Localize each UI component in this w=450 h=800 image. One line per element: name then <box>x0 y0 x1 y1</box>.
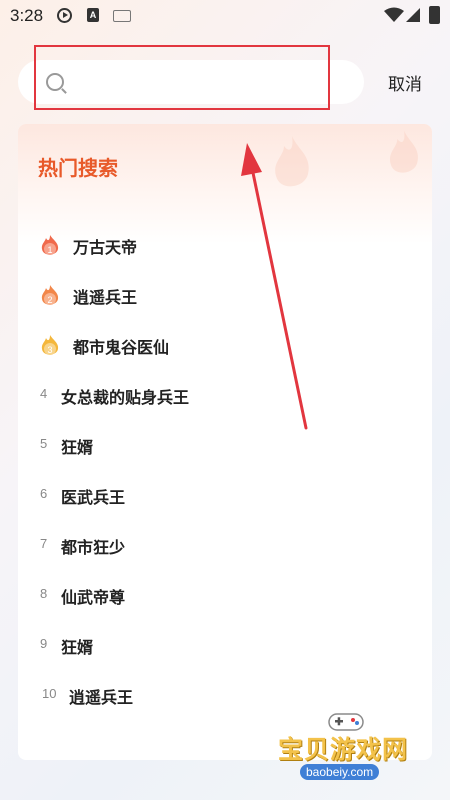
rank-number: 7 <box>40 536 48 551</box>
rank-number: 8 <box>40 586 48 601</box>
hot-search-item[interactable]: 1 万古天帝 <box>18 222 432 262</box>
hot-search-item[interactable]: 7 都市狂少 <box>18 522 432 562</box>
hot-search-item-label: 狂婿 <box>61 440 94 457</box>
hot-search-item-label: 仙武帝尊 <box>61 590 126 607</box>
hot-search-item-label: 医武兵王 <box>61 490 126 507</box>
a-icon: A <box>87 8 99 22</box>
status-time: 3:28 <box>10 6 44 25</box>
hot-search-item[interactable]: 3 都市鬼谷医仙 <box>18 322 432 362</box>
hot-search-item-label: 都市狂少 <box>61 540 126 557</box>
hot-search-item[interactable]: 2 逍遥兵王 <box>18 272 432 312</box>
hot-search-item[interactable]: 10 逍遥兵王 <box>18 672 432 712</box>
hot-search-item-label: 狂婿 <box>61 640 94 657</box>
wifi-icon <box>384 7 404 22</box>
hot-search-item-label: 逍遥兵王 <box>73 290 138 307</box>
hot-search-item[interactable]: 6 医武兵王 <box>18 472 432 512</box>
flame-decoration-icon <box>275 136 309 187</box>
rank-number: 5 <box>40 436 48 451</box>
hot-search-card: 热门搜索 1 万古天帝 2 逍遥兵王 3 都市鬼谷医仙 4 女总裁的贴身兵王 5… <box>18 124 432 760</box>
hot-search-item[interactable]: 8 仙武帝尊 <box>18 572 432 612</box>
status-bar: 3:28 A <box>0 0 450 32</box>
signal-icon <box>406 8 420 22</box>
hot-search-item-label: 逍遥兵王 <box>69 690 134 707</box>
hot-search-item-label: 女总裁的贴身兵王 <box>61 390 190 407</box>
annotation-highlight-box <box>34 45 330 110</box>
hot-search-item[interactable]: 9 狂婿 <box>18 622 432 662</box>
keyboard-icon <box>113 10 131 22</box>
hot-search-item-label: 都市鬼谷医仙 <box>73 340 170 357</box>
hot-search-item[interactable]: 4 女总裁的贴身兵王 <box>18 372 432 412</box>
cancel-button[interactable]: 取消 <box>388 70 422 95</box>
watermark-logo: 宝贝游戏网 baobeiy.com <box>272 708 422 794</box>
hot-search-title: 热门搜索 <box>38 158 118 180</box>
play-icon <box>57 8 72 23</box>
flame-rank-badge-icon: 1 <box>41 235 59 255</box>
rank-number: 1 <box>47 245 52 255</box>
rank-number: 9 <box>40 636 48 651</box>
rank-number: 4 <box>40 386 48 401</box>
rank-number: 2 <box>47 295 52 305</box>
hot-search-item[interactable]: 5 狂婿 <box>18 422 432 462</box>
rank-number: 10 <box>42 686 57 701</box>
battery-icon <box>429 6 440 24</box>
hot-search-item-label: 万古天帝 <box>73 240 138 257</box>
flame-decoration-icon <box>389 130 418 173</box>
watermark-title: 宝贝游戏网 <box>278 736 409 764</box>
rank-number: 6 <box>40 486 48 501</box>
flame-rank-badge-icon: 2 <box>41 285 59 305</box>
watermark-url: baobeiy.com <box>300 764 380 780</box>
flame-rank-badge-icon: 3 <box>41 335 59 355</box>
rank-number: 3 <box>47 345 52 355</box>
